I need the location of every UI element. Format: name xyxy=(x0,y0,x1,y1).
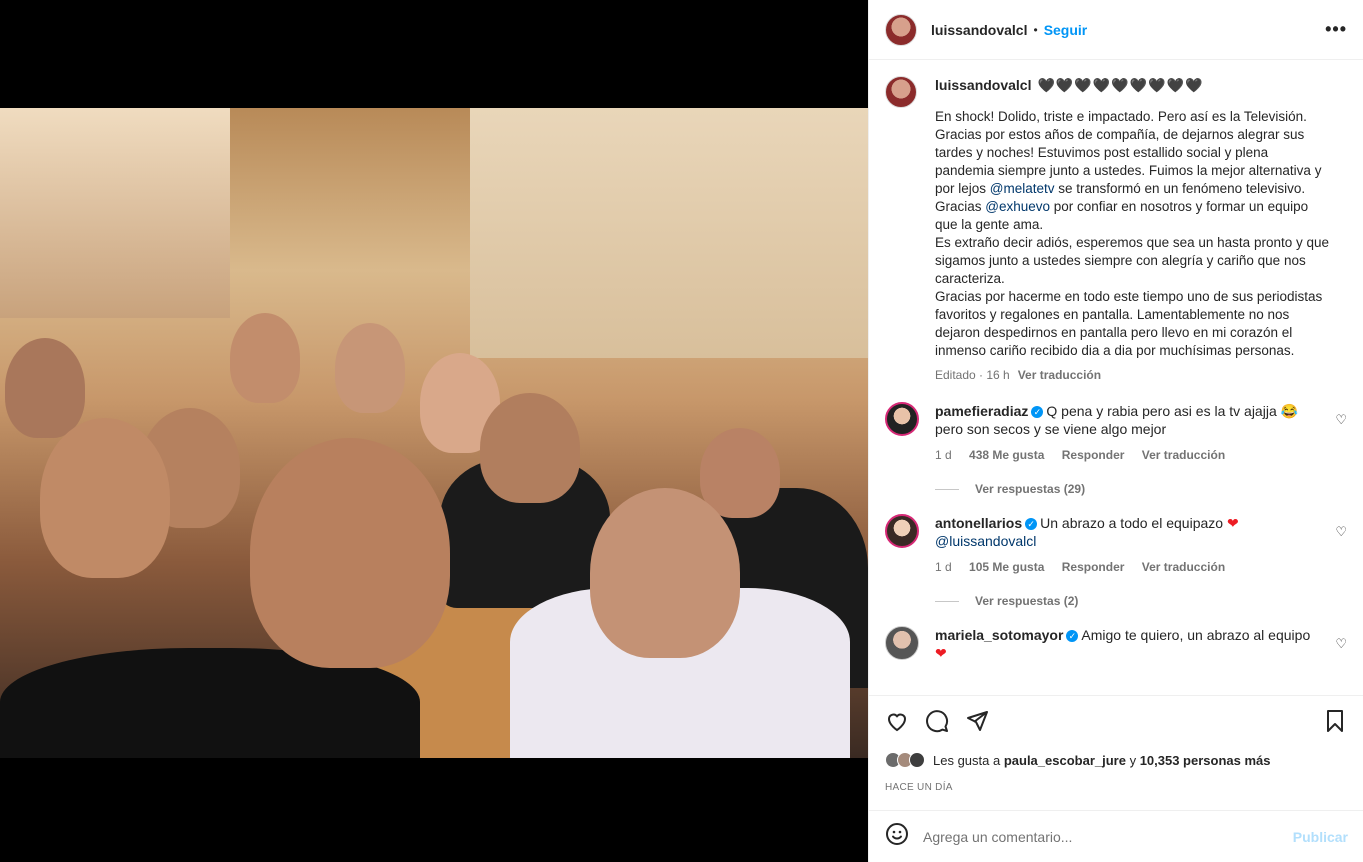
comment-username[interactable]: mariela_sotomayor xyxy=(935,627,1063,643)
comment-like-icon[interactable]: ♡ xyxy=(1335,412,1347,428)
send-icon[interactable] xyxy=(965,709,989,739)
comment-likes[interactable]: 105 Me gusta xyxy=(969,560,1044,574)
publish-button[interactable]: Publicar xyxy=(1293,829,1348,845)
post-modal: luissandovalcl • Seguir ••• luissandoval… xyxy=(0,0,1363,862)
likes-others[interactable]: 10,353 personas más xyxy=(1140,753,1271,768)
likes-middle: y xyxy=(1125,752,1140,768)
view-replies-button[interactable]: Ver respuestas (29) xyxy=(935,482,1347,496)
caption-text: En shock! Dolido, triste e impactado. Pe… xyxy=(935,108,1329,360)
caption-hearts: 🖤🖤🖤🖤🖤🖤🖤🖤🖤 xyxy=(1037,77,1204,93)
caption-block: luissandovalcl 🖤🖤🖤🖤🖤🖤🖤🖤🖤 En shock! Dolido… xyxy=(885,76,1347,384)
post-actions xyxy=(869,696,1363,752)
comment-icon[interactable] xyxy=(925,709,949,739)
comment-item: antonellarios ✓ Un abrazo a todo el equipa… xyxy=(885,514,1347,576)
heart-emoji: ❤ xyxy=(935,645,947,661)
person-shape xyxy=(40,418,170,578)
post-timestamp[interactable]: HACE UN DÍA xyxy=(869,768,1363,793)
post-header: luissandovalcl • Seguir ••• xyxy=(869,0,1363,60)
view-replies-label: Ver respuestas (2) xyxy=(975,594,1079,608)
author-username[interactable]: luissandovalcl xyxy=(931,22,1027,38)
likes-text[interactable]: Les gusta a paula_escobar_jure y 10,353 … xyxy=(933,753,1271,768)
edited-time: Editado · 16 h xyxy=(935,368,1010,382)
separator-dot: • xyxy=(1033,22,1038,37)
translate-link[interactable]: Ver traducción xyxy=(1142,448,1225,462)
comment-item: mariela_sotomayor ✓ Amigo te quiero, un ab… xyxy=(885,626,1347,662)
mention-link[interactable]: @melatetv xyxy=(990,181,1055,196)
view-replies-label: Ver respuestas (29) xyxy=(975,482,1086,496)
heart-outline-icon[interactable] xyxy=(885,709,909,739)
verified-icon: ✓ xyxy=(1025,518,1038,530)
person-shape xyxy=(700,428,780,518)
comment-time: 1 d xyxy=(935,448,952,462)
translate-link[interactable]: Ver traducción xyxy=(1142,560,1225,574)
heart-emoji: ❤ xyxy=(1226,515,1239,531)
person-shape xyxy=(480,393,580,503)
follow-button[interactable]: Seguir xyxy=(1044,22,1088,38)
comment-item: pamefieradiaz ✓ Q pena y rabia pero asi es… xyxy=(885,402,1347,464)
verified-icon: ✓ xyxy=(1066,630,1079,642)
commenter-avatar[interactable] xyxy=(885,514,919,548)
comment-username[interactable]: pamefieradiaz xyxy=(935,403,1028,419)
caption-username[interactable]: luissandovalcl xyxy=(935,77,1031,93)
caption-meta: Editado · 16 h Ver traducción xyxy=(935,366,1329,384)
comment-like-icon[interactable]: ♡ xyxy=(1335,636,1347,652)
comment-meta: 1 d 438 Me gusta Responder Ver traducció… xyxy=(935,446,1325,464)
likes-summary: Les gusta a paula_escobar_jure y 10,353 … xyxy=(869,752,1363,768)
person-shape xyxy=(250,438,450,668)
comment-text: Un abrazo a todo el equipazo xyxy=(1040,515,1227,531)
person-shape xyxy=(335,323,405,413)
mention-link[interactable]: @exhuevo xyxy=(985,199,1050,214)
comment-likes[interactable]: 438 Me gusta xyxy=(969,448,1044,462)
mention-link[interactable]: @luissandovalcl xyxy=(935,533,1036,549)
more-options-icon[interactable]: ••• xyxy=(1325,19,1347,40)
wall-bg xyxy=(470,108,868,358)
post-photo[interactable] xyxy=(0,108,868,758)
author-avatar[interactable] xyxy=(885,13,917,46)
add-comment-bar: Publicar xyxy=(869,810,1363,862)
post-sidebar: luissandovalcl • Seguir ••• luissandoval… xyxy=(868,0,1363,862)
person-shape xyxy=(5,338,85,438)
comment-text: Amigo te quiero, un abrazo al equipo xyxy=(1081,627,1311,643)
replies-line xyxy=(935,488,959,490)
comment-time: 1 d xyxy=(935,560,952,574)
comment-like-icon[interactable]: ♡ xyxy=(1335,524,1347,540)
commenter-avatar[interactable] xyxy=(885,626,919,660)
verified-icon: ✓ xyxy=(1031,406,1044,418)
commenter-avatar[interactable] xyxy=(885,402,919,436)
translate-link[interactable]: Ver traducción xyxy=(1018,368,1101,382)
liker-username[interactable]: paula_escobar_jure xyxy=(1004,753,1126,768)
person-shape xyxy=(590,488,740,658)
likes-prefix: Les gusta a xyxy=(933,752,1004,768)
caption-text-part: por confiar en nosotros y formar un equi… xyxy=(935,199,1329,358)
person-shape xyxy=(230,313,300,403)
reply-button[interactable]: Responder xyxy=(1062,448,1125,462)
comment-input[interactable] xyxy=(923,828,1283,845)
emoji-icon[interactable] xyxy=(885,822,909,852)
replies-line xyxy=(935,600,959,602)
liker-avatar xyxy=(909,752,925,768)
reply-button[interactable]: Responder xyxy=(1062,560,1125,574)
comment-username[interactable]: antonellarios xyxy=(935,515,1022,531)
bookmark-icon[interactable] xyxy=(1323,709,1347,739)
author-avatar[interactable] xyxy=(885,76,917,108)
comment-meta: 1 d 105 Me gusta Responder Ver traducció… xyxy=(935,558,1325,576)
comments-scroll[interactable]: luissandovalcl 🖤🖤🖤🖤🖤🖤🖤🖤🖤 En shock! Dolido… xyxy=(869,60,1363,696)
view-replies-button[interactable]: Ver respuestas (2) xyxy=(935,594,1347,608)
post-media xyxy=(0,0,868,862)
window-bg xyxy=(0,108,230,318)
